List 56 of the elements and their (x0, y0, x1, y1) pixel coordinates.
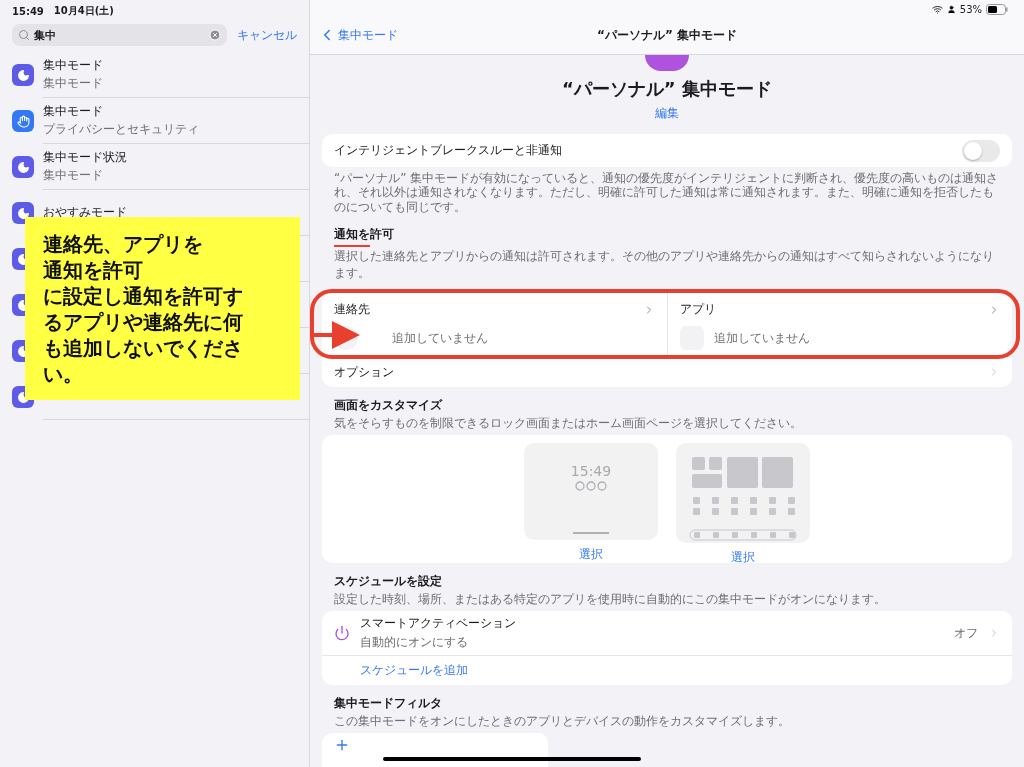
result-title[interactable]: 集中モード (43, 57, 309, 74)
result-title[interactable]: 集中モード状況 (43, 149, 309, 166)
select-link[interactable]: 選択 (731, 549, 755, 567)
section-title: 通知を許可 (334, 226, 395, 244)
annotation-text: に設定し通知を許可するアプリや連絡先に何も追加しないでください。 (43, 283, 244, 387)
preview-time: 15:49 (570, 463, 612, 480)
search-field[interactable]: 集中 (12, 24, 227, 46)
status-time: 15:49 (12, 5, 44, 17)
section-title: 画面をカスタマイズ (334, 397, 444, 415)
battery-icon (986, 4, 1008, 15)
breakthrough-label: インテリジェントブレークスルーと非通知 (334, 142, 562, 159)
schedule-value: オフ (954, 624, 978, 642)
hand-icon (12, 110, 34, 132)
options-label[interactable]: オプション (334, 363, 394, 381)
back-button[interactable]: 集中モード (318, 26, 398, 44)
clear-icon[interactable] (209, 29, 221, 41)
empty-text: 追加していません (392, 329, 488, 347)
focus-title: “パーソナル” 集中モード (562, 77, 772, 101)
wifi-icon (931, 4, 943, 15)
section-subtitle: 選択した連絡先とアプリからの通知は許可されます。その他のアプリや連絡先からの通知はすべて知らされないようになります。 (334, 248, 995, 283)
result-title[interactable]: 集中モード (43, 103, 309, 120)
section-title: スケジュールを設定 (334, 573, 443, 591)
result-subtitle: プライバシーとセキュリティ (43, 121, 200, 138)
section-subtitle: 気をそらすものを制限できるロック画面またはホーム画面ページを選択してください。 (334, 415, 803, 433)
status-date: 10月4日(土) (53, 4, 114, 18)
moon-icon (12, 202, 34, 224)
home-bar-icon (573, 532, 609, 535)
toggle-switch[interactable] (962, 139, 1000, 162)
highlight-underline (334, 245, 370, 248)
select-link[interactable]: 選択 (579, 546, 603, 564)
search-icon (18, 29, 30, 41)
breakthrough-footer: “パーソナル” 集中モードが有効になっていると、通知の優先度がインテリジェントに判断され、優先度の高いものは通知され、それ以外は通知されなくなります。ただし、明確に許可した通知は常に通知されます。また、明確に通知を拒否したものについても同じです。 (334, 171, 1000, 215)
focus-avatar (645, 55, 689, 71)
column-title[interactable]: アプリ (679, 301, 716, 319)
section-subtitle: この集中モードをオンにしたときのアプリとデバイスの動作をカスタマイズします。 (334, 713, 791, 731)
home-screen-preview[interactable] (676, 443, 810, 544)
schedule-subtitle: 自動的にオンにする (360, 634, 469, 652)
section-title: 集中モードフィルタ (334, 695, 443, 713)
result-subtitle: 集中モード (43, 167, 104, 184)
battery-percent: 53% (959, 4, 982, 15)
cancel-button[interactable]: キャンセル (237, 26, 297, 44)
power-icon (334, 625, 350, 642)
schedule-title[interactable]: スマートアクティベーション (360, 615, 944, 633)
section-subtitle: 設定した時刻、場所、またはある特定のアプリを使用時に自動的にこの集中モードがオンになります。 (334, 591, 887, 609)
person-icon (946, 5, 956, 14)
nav-title: “パーソナル” 集中モード (597, 26, 737, 44)
empty-text: 追加していません (713, 329, 810, 347)
annotation-text: 通知を許可 (43, 257, 144, 283)
column-title[interactable]: 連絡先 (334, 301, 370, 319)
annotation-text: 連絡先、アプリを (43, 231, 204, 257)
moon-icon (12, 64, 34, 86)
edit-link[interactable]: 編集 (655, 105, 679, 122)
result-subtitle: 集中モード (43, 75, 104, 92)
add-schedule-link[interactable]: スケジュールを追加 (322, 656, 1012, 686)
moon-icon (12, 156, 34, 178)
dots-drawing (575, 481, 607, 492)
